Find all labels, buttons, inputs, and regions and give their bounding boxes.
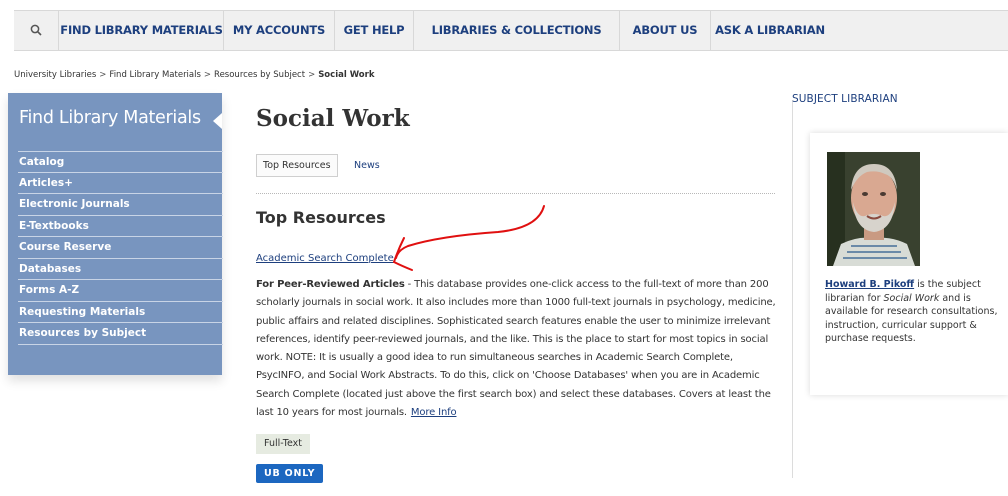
breadcrumb-university-libraries[interactable]: University Libraries [14, 70, 96, 80]
sidebar-item-articles-plus[interactable]: Articles+ [18, 173, 223, 194]
breadcrumb-resources-by-subject[interactable]: Resources by Subject [214, 70, 305, 80]
nav-my-accounts[interactable]: MY ACCOUNTS [224, 11, 335, 50]
subject-librarian-heading: SUBJECT LIBRARIAN [792, 93, 898, 105]
full-text-badge: Full-Text [256, 434, 311, 454]
sidebar-item-resources-by-subject[interactable]: Resources by Subject [18, 323, 223, 345]
breadcrumb-current: Social Work [318, 70, 375, 80]
tab-news[interactable]: News [354, 154, 380, 177]
librarian-photo[interactable] [827, 152, 920, 266]
resource-description-text: - This database provides one-click acces… [256, 279, 776, 419]
sidebar-pointer [213, 113, 222, 129]
search-button[interactable] [14, 11, 59, 50]
nav-find-library-materials[interactable]: FIND LIBRARY MATERIALS [60, 11, 224, 50]
sidebar: Find Library Materials Catalog Articles+… [8, 93, 223, 375]
librarian-bio: Howard B. Pikoff is the subject libraria… [825, 278, 1007, 346]
sidebar-item-databases[interactable]: Databases [18, 259, 223, 280]
librarian-name-link[interactable]: Howard B. Pikoff [825, 279, 914, 290]
librarian-subject: Social Work [883, 292, 940, 304]
section-title: Top Resources [256, 208, 386, 227]
librarian-card: Howard B. Pikoff is the subject libraria… [810, 133, 1008, 395]
nav-get-help[interactable]: GET HELP [335, 11, 414, 50]
page-title: Social Work [256, 105, 410, 132]
breadcrumb: University Libraries > Find Library Materi… [14, 70, 374, 80]
nav-libraries-collections[interactable]: LIBRARIES & COLLECTIONS [414, 11, 620, 50]
resource-description-heading: For Peer-Reviewed Articles [256, 279, 405, 290]
resource-link-academic-search-complete[interactable]: Academic Search Complete [256, 253, 394, 264]
sidebar-item-e-textbooks[interactable]: E-Textbooks [18, 216, 223, 237]
breadcrumb-separator: > [308, 70, 316, 80]
breadcrumb-find-library-materials[interactable]: Find Library Materials [109, 70, 201, 80]
breadcrumb-separator: > [203, 70, 212, 80]
breadcrumb-separator: > [99, 70, 107, 80]
nav-about-us[interactable]: ABOUT US [620, 11, 711, 50]
ub-only-badge: UB ONLY [256, 464, 324, 483]
sidebar-title: Find Library Materials [19, 108, 201, 128]
top-navigation: FIND LIBRARY MATERIALS MY ACCOUNTS GET H… [14, 10, 1008, 51]
column-divider [792, 100, 793, 478]
sidebar-item-requesting-materials[interactable]: Requesting Materials [18, 302, 223, 323]
divider [256, 193, 775, 194]
librarian-portrait-image [827, 152, 920, 266]
sidebar-item-forms-a-z[interactable]: Forms A-Z [18, 280, 223, 302]
tab-top-resources[interactable]: Top Resources [256, 154, 338, 177]
sidebar-item-catalog[interactable]: Catalog [18, 151, 223, 173]
sidebar-list: Catalog Articles+ Electronic Journals E-… [18, 151, 223, 345]
search-icon [30, 24, 42, 36]
more-info-link[interactable]: More Info [411, 407, 457, 418]
nav-ask-a-librarian[interactable]: ASK A LIBRARIAN [711, 11, 829, 50]
sidebar-item-course-reserve[interactable]: Course Reserve [18, 237, 223, 259]
sidebar-item-electronic-journals[interactable]: Electronic Journals [18, 194, 223, 216]
resource-description: For Peer-Reviewed Articles - This databa… [256, 276, 776, 422]
